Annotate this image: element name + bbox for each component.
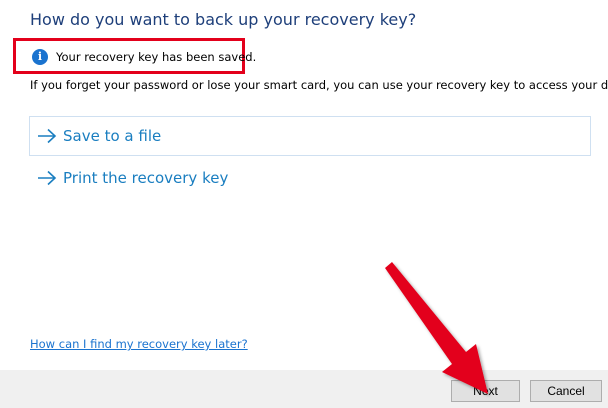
right-arrow-icon [38,170,57,186]
next-button[interactable]: Next [451,380,520,402]
cancel-button[interactable]: Cancel [530,380,602,402]
option-label: Print the recovery key [63,169,229,187]
find-recovery-key-link[interactable]: How can I find my recovery key later? [30,337,248,351]
saved-notice-text: Your recovery key has been saved. [56,50,257,64]
info-icon: i [32,49,48,65]
option-label: Save to a file [63,127,162,145]
right-arrow-icon [38,128,57,144]
saved-notice: i Your recovery key has been saved. [13,38,256,74]
option-print-recovery-key[interactable]: Print the recovery key [29,158,591,198]
footer-bar: Next Cancel [0,370,608,408]
page-title: How do you want to back up your recovery… [30,10,417,29]
description-text: If you forget your password or lose your… [30,78,608,92]
option-save-to-file[interactable]: Save to a file [29,116,591,156]
